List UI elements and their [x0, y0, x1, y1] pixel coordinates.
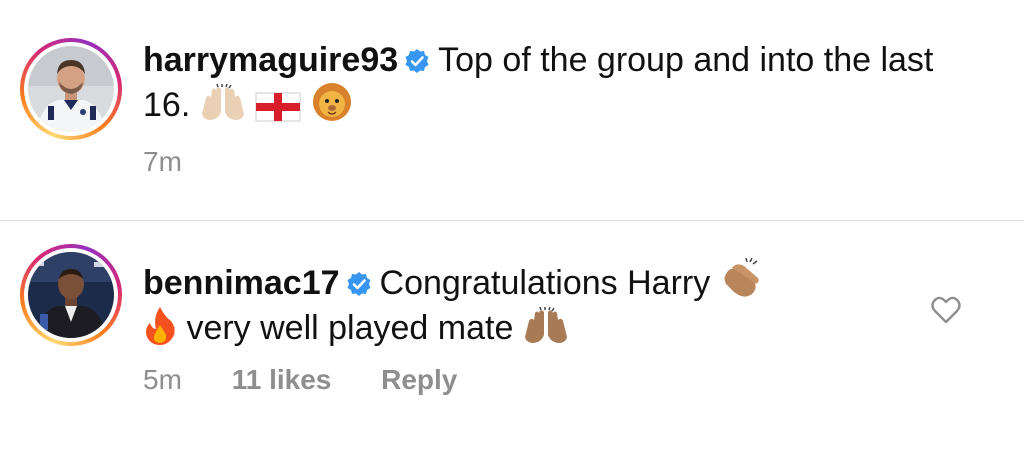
comment-meta: 7m [143, 146, 224, 178]
avatar[interactable] [28, 46, 114, 132]
likes-count[interactable]: 11 likes [232, 364, 332, 395]
story-ring[interactable] [20, 244, 122, 346]
comment-bennimac17: bennimac17 Congratulations Harry very wel… [0, 222, 1024, 468]
comment-body: bennimac17 Congratulations Harry very wel… [143, 256, 934, 350]
story-ring[interactable] [20, 38, 122, 140]
raising-hands-icon [523, 307, 569, 345]
lion-face-icon [311, 82, 353, 122]
username[interactable]: harrymaguire93 [143, 41, 398, 79]
verified-badge-icon [346, 271, 372, 297]
comment-body: harrymaguire93 Top of the group and into … [143, 38, 934, 127]
username[interactable]: bennimac17 [143, 264, 340, 302]
avatar[interactable] [28, 252, 114, 338]
comment-text-part1: Congratulations Harry [379, 264, 711, 302]
reply-button[interactable]: Reply [381, 364, 457, 395]
divider [0, 220, 1024, 221]
england-flag-icon [255, 92, 301, 122]
timestamp: 7m [143, 146, 182, 177]
comment-harrymaguire93: harrymaguire93 Top of the group and into … [0, 0, 1024, 220]
raising-hands-icon [200, 84, 246, 122]
timestamp: 5m [143, 364, 182, 395]
comment-meta: 5m 11 likes Reply [143, 364, 499, 396]
comment-text-part2: very well played mate [186, 309, 514, 347]
verified-badge-icon [404, 48, 430, 74]
clapping-hands-icon [720, 256, 764, 300]
fire-icon [143, 305, 177, 345]
like-heart-icon[interactable] [931, 296, 961, 324]
